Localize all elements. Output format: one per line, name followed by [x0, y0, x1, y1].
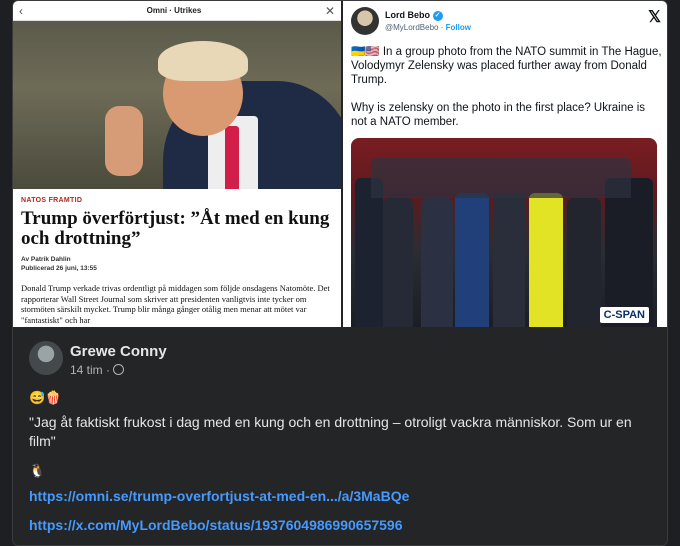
- verified-badge-icon: ✓: [432, 10, 443, 21]
- tweet-follow-link: Follow: [445, 23, 471, 32]
- tweet-handle-text: @MyLordBebo: [385, 23, 439, 32]
- tweet-text: 🇺🇦🇺🇸 In a group photo from the NATO summ…: [351, 45, 663, 129]
- tweet-avatar: [351, 7, 379, 35]
- x-status-link[interactable]: https://x.com/MyLordBebo/status/19376049…: [29, 517, 403, 533]
- tweet-text-1: In a group photo from the NATO summit in…: [351, 46, 662, 86]
- omni-author: Av Patrik Dahlin: [21, 256, 71, 263]
- post-body: Grewe Conny 14 tim · 😅🍿 "Jag åt faktiskt…: [13, 327, 667, 545]
- back-chevron-icon: ‹: [19, 3, 23, 18]
- omni-body-text: Donald Trump verkade trivas ordentligt p…: [21, 283, 330, 325]
- globe-icon: [113, 364, 125, 375]
- cspan-watermark: C-SPAN: [599, 307, 649, 323]
- flag-emojis: 🇺🇦🇺🇸: [351, 46, 380, 58]
- author-avatar[interactable]: [29, 341, 63, 375]
- post-timestamp[interactable]: 14 tim: [70, 363, 103, 377]
- facebook-post: ‹ Omni · Utrikes ✕ NATOS FRAMTID Trump ö…: [12, 0, 668, 546]
- omni-kicker: NATOS FRAMTID: [21, 197, 83, 204]
- omni-published: Publicerad 26 juni, 13:55: [21, 265, 97, 272]
- tweet-name-text: Lord Bebo: [385, 10, 430, 20]
- omni-source: Omni · Utrikes: [146, 6, 202, 15]
- tweet-header: Lord Bebo ✓ @MyLordBebo · Follow 𝕏: [351, 7, 661, 41]
- meta-separator: ·: [106, 363, 111, 377]
- omni-link[interactable]: https://omni.se/trump-overfortjust-at-me…: [29, 488, 409, 504]
- post-quote: "Jag åt faktiskt frukost i dag med en ku…: [29, 414, 632, 449]
- tweet-screenshot[interactable]: Lord Bebo ✓ @MyLordBebo · Follow 𝕏 🇺🇦🇺🇸 …: [343, 1, 667, 327]
- omni-article-screenshot[interactable]: ‹ Omni · Utrikes ✕ NATOS FRAMTID Trump ö…: [13, 1, 341, 327]
- omni-byline: Av Patrik Dahlin Publicerad 26 juni, 13:…: [21, 255, 333, 273]
- post-media[interactable]: ‹ Omni · Utrikes ✕ NATOS FRAMTID Trump ö…: [13, 1, 667, 327]
- emoji-line: 😅🍿: [29, 390, 62, 405]
- omni-header-bar: ‹ Omni · Utrikes ✕: [13, 1, 341, 21]
- trump-thumbs-up-photo: [13, 21, 341, 189]
- penguin-emoji: 🐧: [29, 463, 46, 478]
- nato-group-photo: C-SPAN: [351, 138, 657, 327]
- close-icon: ✕: [324, 3, 335, 18]
- x-logo-icon: 𝕏: [648, 9, 661, 26]
- tweet-text-2: Why is zelensky on the photo in the firs…: [351, 102, 646, 128]
- author-name[interactable]: Grewe Conny: [70, 343, 167, 360]
- tweet-author-name: Lord Bebo ✓: [385, 10, 443, 21]
- omni-headline: Trump överförtjust: ”Åt med en kung och …: [21, 208, 330, 249]
- post-meta: 14 tim ·: [70, 363, 125, 377]
- tweet-handle: @MyLordBebo · Follow: [385, 23, 471, 32]
